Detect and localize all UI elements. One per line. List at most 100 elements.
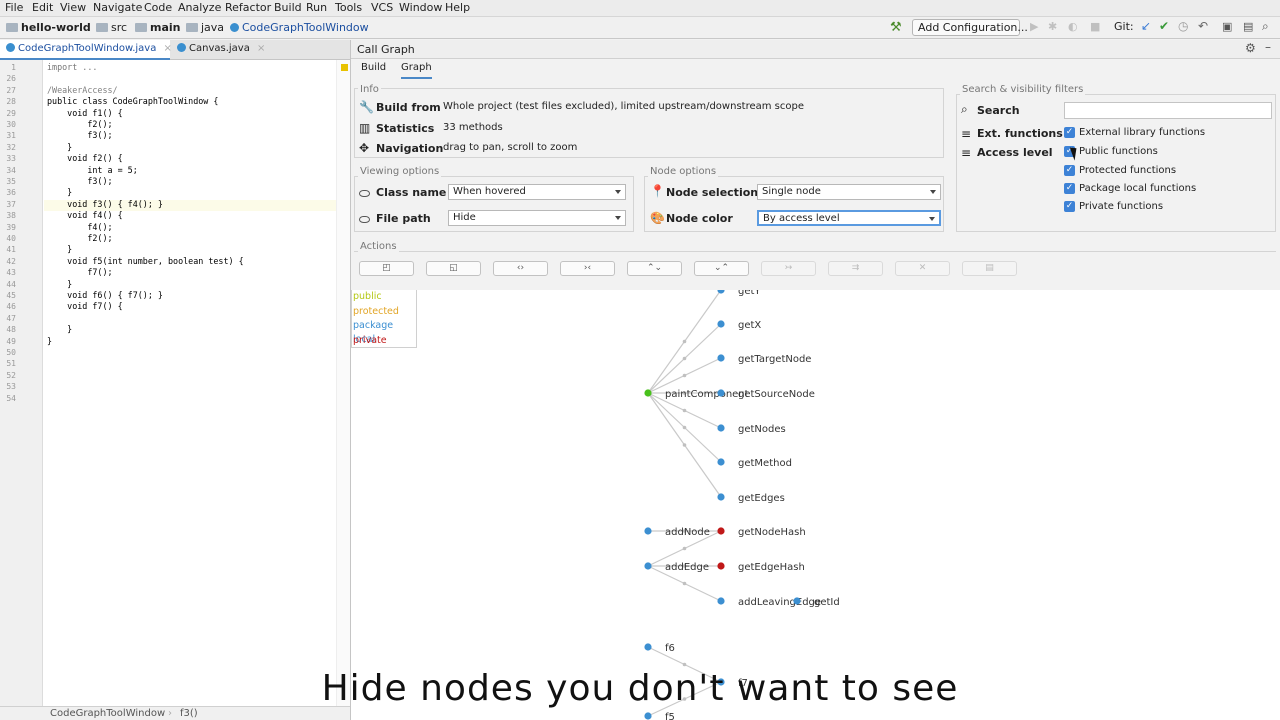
breadcrumb-src[interactable]: src <box>96 21 127 34</box>
code-line[interactable]: } <box>47 336 52 346</box>
graph-node-getMethod[interactable] <box>717 458 725 466</box>
tab-build[interactable]: Build <box>361 62 386 77</box>
graph-node-addLeavingEdge[interactable] <box>717 597 725 605</box>
menu-tools[interactable]: Tools <box>335 1 362 14</box>
sdk-icon[interactable]: ▤ <box>1243 20 1253 33</box>
code-line[interactable]: f4(); <box>47 222 112 232</box>
tab-canvas[interactable]: Canvas.java × <box>171 40 266 60</box>
gear-icon[interactable]: ⚙ <box>1245 41 1256 55</box>
menu-vcs[interactable]: VCS <box>371 1 393 14</box>
graph-canvas[interactable]: getY getX getTargetNode paintComponent getSo… <box>351 290 1280 720</box>
git-update-icon[interactable]: ↙ <box>1141 19 1151 33</box>
menu-navigate[interactable]: Navigate <box>93 1 142 14</box>
search-input[interactable] <box>1064 102 1272 119</box>
external-library-label[interactable]: External library functions <box>1079 127 1205 138</box>
menu-edit[interactable]: Edit <box>32 1 53 14</box>
stop-icon[interactable]: ■ <box>1090 20 1100 33</box>
revert-icon[interactable]: ↶ <box>1198 19 1208 33</box>
run-icon[interactable]: ▶ <box>1030 20 1038 33</box>
call-graph[interactable]: getY getX getTargetNode paintComponentgetSo… <box>351 290 1280 720</box>
warning-indicator-icon[interactable] <box>341 64 348 71</box>
code-editor[interactable]: 1 26 27 28 29 30 31 32 33 34 35 36 37 38 39 40 41 42 43 44 4… <box>0 60 350 706</box>
code-line[interactable]: f2(); <box>47 233 112 243</box>
code-line[interactable]: f3(); <box>47 130 112 140</box>
breadcrumb-class[interactable]: CodeGraphToolWindow <box>230 21 369 34</box>
menu-run[interactable]: Run <box>306 1 327 14</box>
minimize-icon[interactable]: – <box>1265 40 1271 54</box>
package-local-label[interactable]: Package local functions <box>1079 183 1196 194</box>
code-line[interactable]: void f4() { <box>47 210 122 220</box>
external-library-checkbox[interactable]: ✓ <box>1064 127 1075 138</box>
code-line[interactable]: void f6() { f7(); } <box>47 290 163 300</box>
protected-functions-checkbox[interactable]: ✓ <box>1064 165 1075 176</box>
code-line[interactable]: } <box>47 279 72 289</box>
node-color-select[interactable]: By access level <box>757 210 941 226</box>
class-name-select[interactable]: When hovered <box>448 184 626 200</box>
menu-window[interactable]: Window <box>399 1 442 14</box>
graph-node-getSourceNode[interactable] <box>717 389 725 397</box>
tab-graph[interactable]: Graph <box>401 62 432 79</box>
tab-codegraphtoolwindow[interactable]: CodeGraphToolWindow.java × <box>0 40 172 60</box>
menu-build[interactable]: Build <box>274 1 302 14</box>
code-line[interactable]: import ... <box>47 62 97 72</box>
private-functions-label[interactable]: Private functions <box>1079 201 1163 212</box>
menu-file[interactable]: File <box>5 1 23 14</box>
graph-node-getNodeHash[interactable] <box>717 527 725 535</box>
code-line[interactable]: } <box>47 324 72 334</box>
code-line[interactable]: } <box>47 244 72 254</box>
breadcrumb-java[interactable]: java <box>186 21 224 34</box>
graph-node-getTargetNode[interactable] <box>717 354 725 362</box>
code-line[interactable]: /WeakerAccess/ <box>47 85 118 95</box>
graph-node-paintComponent[interactable] <box>644 389 652 397</box>
git-commit-icon[interactable]: ✔ <box>1159 19 1169 33</box>
file-path-select[interactable]: Hide <box>448 210 626 226</box>
code-line[interactable]: int a = 5; <box>47 165 137 175</box>
debug-icon[interactable]: ✱ <box>1048 20 1057 33</box>
code-line[interactable]: void f1() { <box>47 108 122 118</box>
search-everywhere-icon[interactable]: ⌕ <box>1262 19 1269 34</box>
graph-node-getId[interactable] <box>793 597 801 605</box>
menu-view[interactable]: View <box>60 1 86 14</box>
view-downstream-button[interactable]: ⇉ <box>828 261 883 276</box>
shrink-vertical-button[interactable]: ⌄⌃ <box>694 261 749 276</box>
graph-node-getX[interactable] <box>717 320 725 328</box>
status-class[interactable]: CodeGraphToolWindow <box>50 708 165 719</box>
export-button[interactable]: ▤ <box>962 261 1017 276</box>
code-line[interactable]: f3(); <box>47 176 112 186</box>
menu-code[interactable]: Code <box>144 1 172 14</box>
graph-node-f6[interactable] <box>644 643 652 651</box>
package-local-checkbox[interactable]: ✓ <box>1064 183 1075 194</box>
view-both-button[interactable]: ✕ <box>895 261 950 276</box>
close-icon[interactable]: × <box>257 43 265 54</box>
hammer-icon[interactable]: ⚒ <box>890 20 902 35</box>
code-line[interactable]: public class CodeGraphToolWindow { <box>47 96 218 106</box>
add-configuration-button[interactable]: Add Configuration... <box>912 19 1028 36</box>
breadcrumb-project[interactable]: hello-world <box>6 21 91 34</box>
breadcrumb-main[interactable]: main <box>135 21 181 34</box>
shrink-horizontal-button[interactable]: ›‹ <box>560 261 615 276</box>
view-upstream-button[interactable]: ↣ <box>761 261 816 276</box>
code-line[interactable]: void f7() { <box>47 301 122 311</box>
graph-node-addNode[interactable] <box>644 527 652 535</box>
coverage-icon[interactable]: ◐ <box>1068 20 1078 33</box>
fit-selection-button[interactable]: ◱ <box>426 261 481 276</box>
graph-node-getEdgeHash[interactable] <box>717 562 725 570</box>
fit-view-button[interactable]: ◰ <box>359 261 414 276</box>
code-line[interactable]: f2(); <box>47 119 112 129</box>
menu-refactor[interactable]: Refactor <box>225 1 271 14</box>
protected-functions-label[interactable]: Protected functions <box>1079 165 1176 176</box>
node-selection-select[interactable]: Single node <box>757 184 941 200</box>
public-functions-label[interactable]: Public functions <box>1079 146 1158 157</box>
code-line[interactable]: f7(); <box>47 267 112 277</box>
expand-vertical-button[interactable]: ⌃⌄ <box>627 261 682 276</box>
code-line[interactable]: void f3() { f4(); } <box>47 199 163 209</box>
status-method[interactable]: f3() <box>180 708 198 719</box>
menu-analyze[interactable]: Analyze <box>178 1 221 14</box>
history-icon[interactable]: ◷ <box>1178 19 1188 33</box>
graph-node-addEdge[interactable] <box>644 562 652 570</box>
private-functions-checkbox[interactable]: ✓ <box>1064 201 1075 212</box>
menu-help[interactable]: Help <box>445 1 470 14</box>
project-structure-icon[interactable]: ▣ <box>1222 20 1232 33</box>
graph-node-getEdges[interactable] <box>717 493 725 501</box>
code-line[interactable]: void f5(int number, boolean test) { <box>47 256 244 266</box>
